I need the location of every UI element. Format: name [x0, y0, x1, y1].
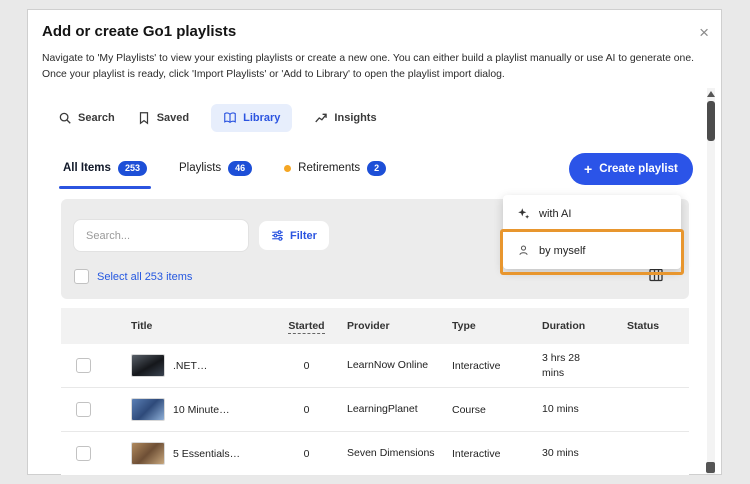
modal-description: Navigate to 'My Playlists' to view your … [42, 53, 695, 80]
select-all-label: Select all 253 items [97, 270, 193, 283]
table-row: 10 Minute… 0 LearningPlanet Course 10 mi… [61, 388, 689, 432]
menu-item-with-ai[interactable]: with AI [503, 195, 681, 232]
started-sort-control[interactable]: Started [288, 320, 325, 334]
trending-arrow-icon [314, 111, 328, 125]
menu-item-by-myself[interactable]: by myself [503, 232, 681, 269]
menu-item-label: by myself [539, 244, 586, 257]
row-checkbox[interactable] [76, 358, 91, 373]
filter-label: Filter [290, 229, 317, 242]
add-create-playlists-modal: Add or create Go1 playlists × Navigate t… [27, 9, 722, 476]
course-title: 10 Minute… [173, 403, 230, 416]
tab-all-items[interactable]: All Items 253 [59, 152, 151, 189]
tab-playlists[interactable]: Playlists 46 [177, 152, 254, 189]
table-row: 5 Essentials… 0 Seven Dimensions Interac… [61, 432, 689, 476]
scrollbar-thumb[interactable] [707, 101, 715, 141]
count-badge: 46 [228, 161, 253, 176]
provider-value: LearningPlanet [347, 403, 418, 416]
search-input[interactable] [73, 219, 249, 252]
retirement-dot-icon [284, 164, 292, 172]
screen-background: Add or create Go1 playlists × Navigate t… [0, 0, 750, 484]
nav-item-search[interactable]: Search [58, 104, 115, 132]
tab-label: All Items [63, 162, 111, 175]
select-all[interactable]: Select all 253 items [74, 269, 192, 284]
column-header-duration: Duration [542, 320, 586, 332]
search-icon [58, 111, 72, 125]
scroll-down-arrow-icon[interactable] [706, 462, 715, 473]
nav-item-saved[interactable]: Saved [137, 104, 189, 132]
create-playlist-label: Create playlist [599, 163, 678, 175]
course-thumbnail [131, 442, 165, 465]
table-header-row: Title Started Provider Type Duration Sta… [61, 308, 689, 344]
library-nav: Search Saved Library Insights [58, 104, 377, 132]
type-value: Course [452, 403, 486, 416]
provider-value: LearnNow Online [347, 359, 429, 372]
modal-title: Add or create Go1 playlists [42, 23, 237, 40]
column-header-type: Type [452, 320, 476, 332]
nav-label: Library [243, 112, 281, 124]
plus-icon: + [584, 161, 593, 177]
column-settings-icon[interactable] [648, 267, 664, 288]
nav-item-library[interactable]: Library [211, 104, 293, 132]
row-checkbox[interactable] [76, 402, 91, 417]
column-header-title: Title [131, 320, 153, 332]
select-all-checkbox[interactable] [74, 269, 89, 284]
count-badge: 2 [367, 161, 387, 176]
open-book-icon [223, 111, 237, 125]
create-playlist-button[interactable]: + Create playlist [569, 153, 693, 185]
provider-value: Seven Dimensions [347, 447, 435, 460]
nav-label: Saved [156, 112, 190, 124]
nav-label: Insights [334, 112, 377, 124]
create-playlist-menu: with AI by myself [503, 195, 681, 269]
nav-label: Search [78, 112, 115, 124]
active-tab-underline [59, 185, 151, 189]
count-badge: 253 [117, 161, 147, 176]
started-value: 0 [303, 403, 310, 416]
started-value: 0 [303, 447, 310, 460]
course-thumbnail [131, 354, 165, 377]
content-tabs: All Items 253 Playlists 46 Retirements 2 [59, 152, 388, 189]
nav-item-insights[interactable]: Insights [314, 104, 377, 132]
filter-button[interactable]: Filter [259, 221, 329, 250]
menu-item-label: with AI [539, 207, 572, 220]
tab-label: Retirements [298, 162, 361, 175]
started-value: 0 [303, 359, 310, 372]
type-value: Interactive [452, 447, 501, 460]
bookmark-icon [137, 111, 151, 125]
type-value: Interactive [452, 359, 501, 372]
sparkle-icon [517, 207, 530, 220]
row-checkbox[interactable] [76, 446, 91, 461]
column-header-started: Started [274, 320, 339, 334]
column-header-provider: Provider [347, 320, 390, 332]
course-title: 5 Essentials… [173, 447, 241, 460]
scroll-up-arrow-icon[interactable] [707, 91, 715, 97]
course-thumbnail [131, 398, 165, 421]
close-icon[interactable]: × [699, 24, 709, 41]
scrollbar[interactable] [706, 88, 715, 474]
content-table: Title Started Provider Type Duration Sta… [61, 308, 689, 476]
person-icon [517, 244, 530, 257]
course-title: .NET… [173, 359, 208, 372]
duration-value: 30 mins [542, 447, 579, 460]
filter-icon [271, 229, 284, 242]
duration-value: 10 mins [542, 403, 579, 416]
column-header-status: Status [627, 320, 660, 332]
duration-value: 3 hrs 28 mins [542, 352, 580, 379]
tab-label: Playlists [178, 162, 222, 175]
table-row: .NET… 0 LearnNow Online Interactive 3 hr… [61, 344, 689, 388]
tab-retirements[interactable]: Retirements 2 [282, 152, 388, 189]
